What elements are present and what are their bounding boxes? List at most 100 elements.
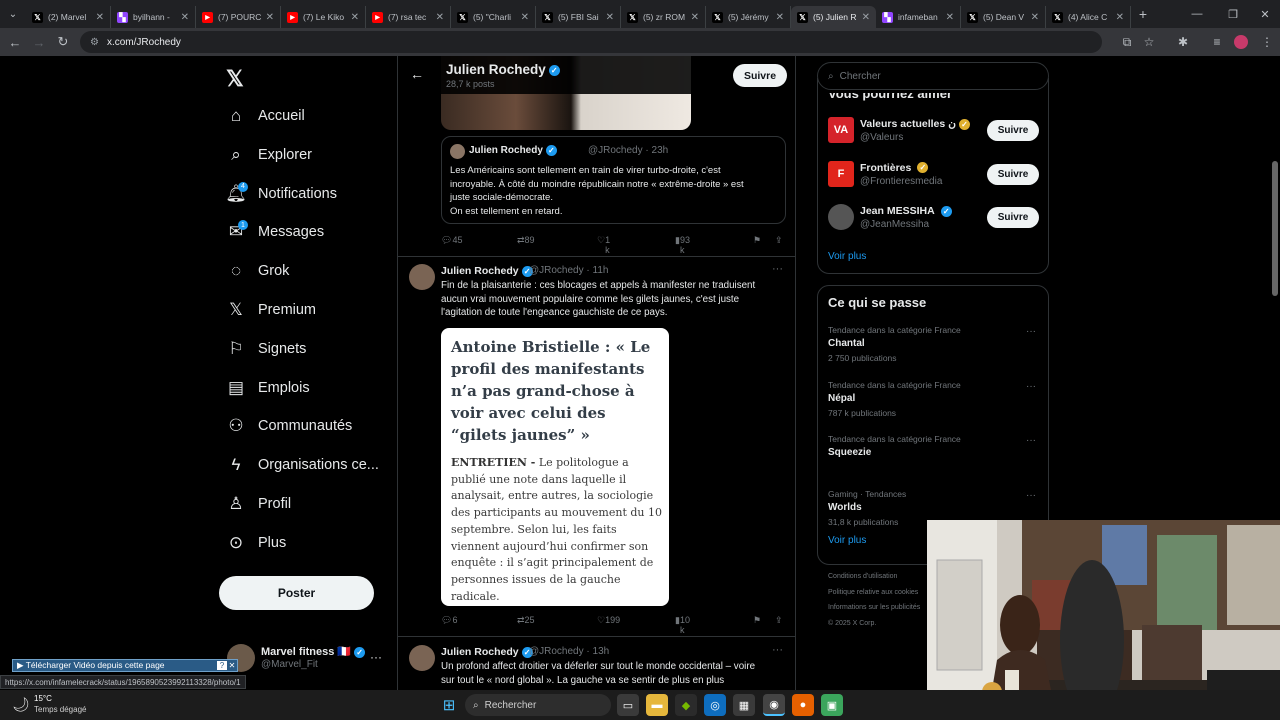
views-button[interactable]: ▮ 10 k xyxy=(675,615,690,635)
close-tab-icon[interactable]: ✕ xyxy=(862,12,870,23)
browser-tab[interactable]: 𝕏 (4) Alice C ✕ xyxy=(1046,6,1131,28)
help-icon[interactable]: ? xyxy=(217,661,227,670)
chrome-icon[interactable]: ◉ xyxy=(763,694,785,716)
post-author[interactable]: Julien Rochedy ✓ xyxy=(441,265,533,277)
follow-button[interactable]: Suivre xyxy=(987,120,1039,141)
edge-icon[interactable]: ◎ xyxy=(704,694,726,716)
profile-avatar-icon[interactable] xyxy=(1230,28,1252,56)
app-icon[interactable]: ▣ xyxy=(821,694,843,716)
address-bar[interactable]: ⚙ x.com/JRochedy xyxy=(80,31,1102,53)
nvidia-icon[interactable]: ◆ xyxy=(675,694,697,716)
post-author[interactable]: Julien Rochedy ✓ xyxy=(441,646,533,658)
scrollbar-thumb[interactable] xyxy=(1272,161,1278,296)
close-tab-icon[interactable]: ✕ xyxy=(96,12,104,23)
bookmark-icon[interactable]: ⚑ xyxy=(753,235,761,246)
windows-start-icon[interactable]: ⊞ xyxy=(438,694,460,716)
suggestion-avatar[interactable]: VA xyxy=(828,117,854,143)
browser-tab[interactable]: ▚ byilhann - ✕ xyxy=(111,6,196,28)
new-tab-button[interactable]: + xyxy=(1131,6,1155,22)
share-icon[interactable]: ⇪ xyxy=(775,235,783,246)
post-button[interactable]: Poster xyxy=(219,576,374,610)
firefox-icon[interactable]: ● xyxy=(792,694,814,716)
close-tab-icon[interactable]: ✕ xyxy=(1031,12,1039,23)
install-app-icon[interactable]: ⧉ xyxy=(1116,28,1138,56)
close-tab-icon[interactable]: ✕ xyxy=(521,12,529,23)
browser-tab[interactable]: 𝕏 (2) Marvel ✕ xyxy=(26,6,111,28)
views-button[interactable]: ▮ 93 k xyxy=(675,235,690,255)
browser-tab[interactable]: 𝕏 (5) "Charli ✕ xyxy=(451,6,536,28)
trend-more-icon[interactable]: ··· xyxy=(1026,381,1036,392)
sidebar-item-plus[interactable]: ⊙ Plus xyxy=(226,528,286,558)
close-tab-icon[interactable]: ✕ xyxy=(606,12,614,23)
forward-button[interactable]: → xyxy=(27,35,51,50)
sidebar-item-emplois[interactable]: ▤ Emplois xyxy=(226,373,310,403)
suggestion-name[interactable]: Jean MESSIHA ✓ xyxy=(860,205,952,217)
sidebar-item-signets[interactable]: ⚐ Signets xyxy=(226,334,306,364)
x-logo-icon[interactable]: 𝕏 xyxy=(226,66,244,92)
browser-tab[interactable]: ▚ infameban ✕ xyxy=(876,6,961,28)
repost-button[interactable]: ⇄ 89 xyxy=(517,235,535,246)
close-tab-icon[interactable]: ✕ xyxy=(691,12,699,23)
browser-tab[interactable]: 𝕏 (5) Dean V ✕ xyxy=(961,6,1046,28)
sidebar-item-premium[interactable]: 𝕏 Premium xyxy=(226,295,316,325)
file-explorer-icon[interactable]: ▬ xyxy=(646,694,668,716)
browser-menu-icon[interactable]: ⋮ xyxy=(1256,28,1278,56)
trends-more-link[interactable]: Voir plus xyxy=(828,535,866,546)
taskbar-search[interactable]: ⌕ Rechercher xyxy=(465,694,611,716)
browser-tab[interactable]: ▶ (7) rsa tec ✕ xyxy=(366,6,451,28)
close-tab-icon[interactable]: ✕ xyxy=(436,12,444,23)
follow-button[interactable]: Suivre xyxy=(987,207,1039,228)
tab-search-button[interactable]: ⌄ xyxy=(0,0,26,28)
suggestion-name[interactable]: Frontières ✓ xyxy=(860,162,929,174)
article-screenshot-image[interactable]: Antoine Bristielle : « Le profil des man… xyxy=(441,328,669,606)
weather-icon[interactable]: 🌙︎ xyxy=(10,693,32,715)
close-tab-icon[interactable]: ✕ xyxy=(181,12,189,23)
tab-groups-icon[interactable]: ≡ xyxy=(1206,28,1228,56)
browser-tab[interactable]: 𝕏 (5) Julien R ✕ xyxy=(791,6,876,28)
close-tab-icon[interactable]: ✕ xyxy=(351,12,359,23)
close-tab-icon[interactable]: ✕ xyxy=(776,12,784,23)
suggestion-name[interactable]: Valeurs actuelles ن ✓ xyxy=(860,118,970,130)
account-switcher[interactable]: Marvel fitness 🇫🇷 ✓ @Marvel_Fit ··· xyxy=(227,644,387,674)
sidebar-item-explorer[interactable]: ⌕ Explorer xyxy=(226,140,312,170)
close-window-button[interactable]: ✕ xyxy=(1248,0,1280,28)
footer-link[interactable]: © 2025 X Corp. xyxy=(828,620,876,627)
author-avatar[interactable] xyxy=(409,645,435,671)
close-tab-icon[interactable]: ✕ xyxy=(946,12,954,23)
account-more-icon[interactable]: ··· xyxy=(370,650,382,664)
bookmark-star-icon[interactable]: ☆ xyxy=(1138,28,1160,56)
quoted-post[interactable]: Julien Rochedy ✓ @JRochedy · 23h Les Amér… xyxy=(441,136,786,224)
sidebar-item-organisations-ce[interactable]: ϟ Organisations ce... xyxy=(226,450,379,480)
trend-more-icon[interactable]: ··· xyxy=(1026,490,1036,501)
browser-tab[interactable]: 𝕏 (5) zr ROM ✕ xyxy=(621,6,706,28)
bookmark-icon[interactable]: ⚑ xyxy=(753,615,761,626)
footer-link[interactable]: Conditions d'utilisation xyxy=(828,573,897,580)
sidebar-item-communautés[interactable]: ⚇ Communautés xyxy=(226,411,352,441)
close-tab-icon[interactable]: ✕ xyxy=(266,12,274,23)
reload-button[interactable]: ↻ xyxy=(51,34,75,50)
like-button[interactable]: ♡ 199 xyxy=(597,615,620,626)
site-info-icon[interactable]: ⚙ xyxy=(90,37,99,48)
sidebar-item-accueil[interactable]: ⌂ Accueil xyxy=(226,101,305,131)
post-more-icon[interactable]: ··· xyxy=(772,263,783,275)
task-view-icon[interactable]: ▭ xyxy=(617,694,639,716)
suggestion-avatar[interactable]: F xyxy=(828,160,854,187)
sidebar-item-grok[interactable]: ◌ Grok xyxy=(226,256,289,286)
minimize-button[interactable]: — xyxy=(1180,0,1214,28)
store-icon[interactable]: ▦ xyxy=(733,694,755,716)
back-arrow-icon[interactable]: ← xyxy=(410,66,424,82)
footer-link[interactable]: Informations sur les publicités xyxy=(828,604,920,611)
suggestions-more-link[interactable]: Voir plus xyxy=(828,251,866,262)
footer-link[interactable]: Politique relative aux cookies xyxy=(828,589,918,596)
browser-tab[interactable]: 𝕏 (5) FBI Sai ✕ xyxy=(536,6,621,28)
download-video-bar[interactable]: ▶ Télécharger Vidéo depuis cette page ? … xyxy=(12,659,238,672)
follow-button[interactable]: Suivre xyxy=(733,64,787,87)
back-button[interactable]: ← xyxy=(3,35,27,50)
post-more-icon[interactable]: ··· xyxy=(772,644,783,656)
close-download-bar-icon[interactable]: ✕ xyxy=(227,661,237,670)
close-tab-icon[interactable]: ✕ xyxy=(1116,12,1124,23)
trend-more-icon[interactable]: ··· xyxy=(1026,326,1036,337)
sidebar-item-profil[interactable]: ♙ Profil xyxy=(226,489,291,519)
trend-more-icon[interactable]: ··· xyxy=(1026,435,1036,446)
share-icon[interactable]: ⇪ xyxy=(775,615,783,626)
